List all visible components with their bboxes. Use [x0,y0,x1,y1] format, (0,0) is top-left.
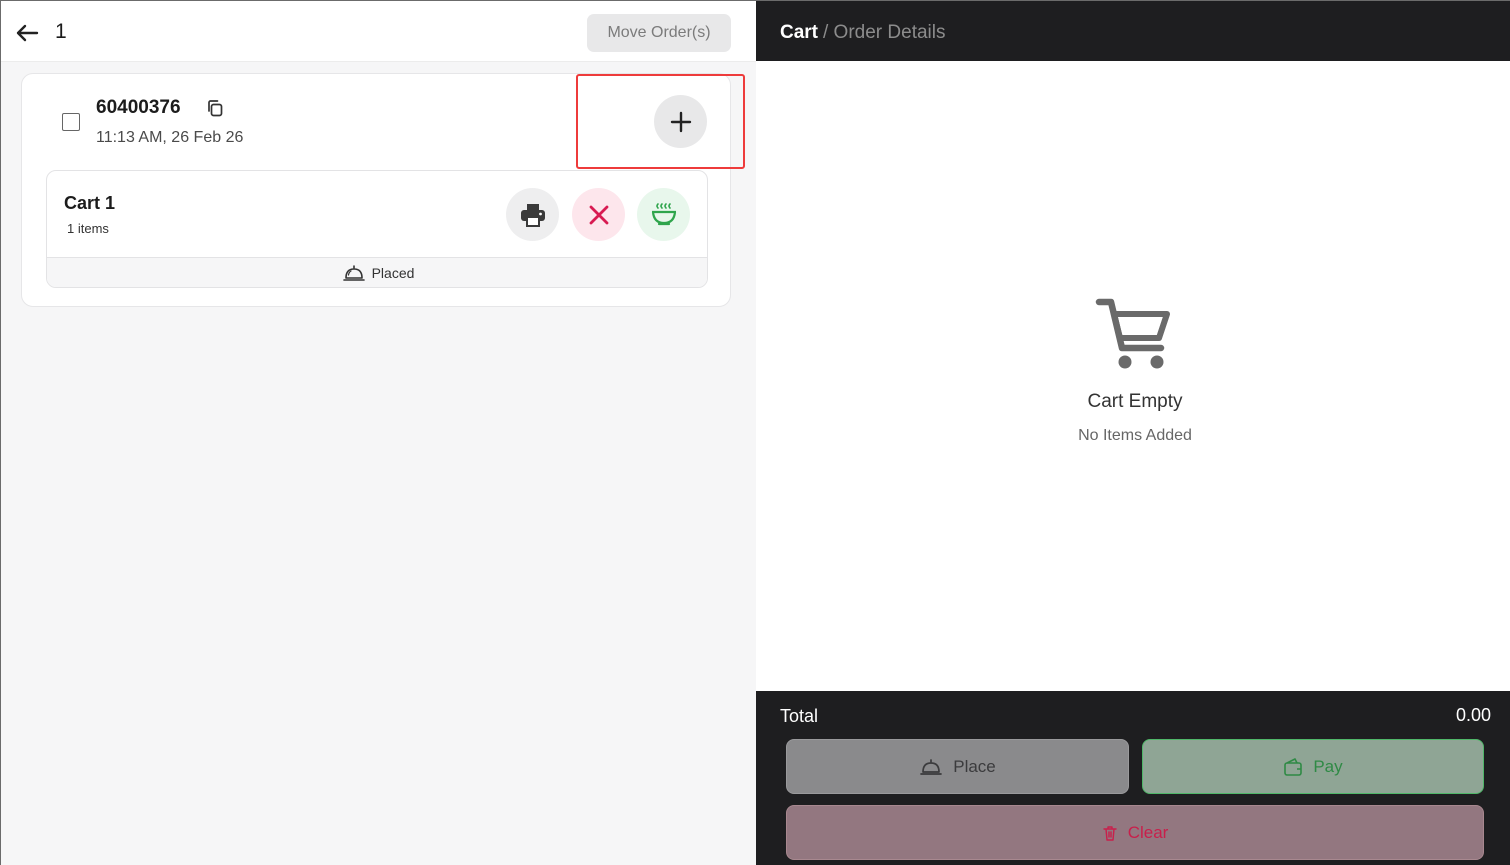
back-button[interactable] [13,19,41,47]
pay-button-label: Pay [1313,756,1343,776]
cart-status-label: Placed [371,265,415,281]
cart-row[interactable]: Cart 1 1 items Placed [46,170,708,288]
cart-header: Cart / Order Details [756,1,1510,61]
orders-header: 1 Move Order(s) [1,1,756,62]
page-title: 1 [55,20,67,43]
cart-status-bar: Placed [47,257,707,287]
cart-name: Cart 1 [64,193,116,213]
total-value: 0.00 [1455,705,1491,725]
empty-cart-title: Cart Empty [1087,391,1183,412]
order-id: 60400376 [96,97,181,118]
back-arrow-icon [16,24,39,42]
total-label: Total [780,706,819,726]
add-cart-button[interactable] [654,95,707,148]
print-button[interactable] [506,188,559,241]
orders-pane: 1 Move Order(s) 60400376 11:13 AM, 26 Fe… [1,1,756,865]
printer-icon [520,203,545,227]
empty-cart-subtitle: No Items Added [1078,427,1192,444]
empty-cart-state: Cart Empty No Items Added [1035,296,1235,445]
trash-icon [1102,825,1117,841]
cart-icon [1095,298,1170,369]
order-card: 60400376 11:13 AM, 26 Feb 26 Cart 1 1 it… [21,73,745,307]
cart-pane: Cart / Order Details Cart Empty No Items… [756,1,1510,865]
service-bell-icon [920,758,943,775]
plus-icon [670,111,691,132]
clear-button[interactable]: Clear [786,805,1484,860]
cart-item-count: 1 items [67,221,109,236]
wallet-icon [1284,757,1303,776]
serve-bowl-icon [651,202,676,225]
place-button[interactable]: Place [786,739,1129,794]
pay-button[interactable]: Pay [1142,739,1484,794]
order-time: 11:13 AM, 26 Feb 26 [96,129,244,146]
breadcrumb-order-details: / Order Details [823,22,946,43]
place-button-label: Place [953,756,996,776]
copy-icon[interactable] [205,98,225,118]
clear-button-label: Clear [1127,822,1169,842]
move-orders-button[interactable]: Move Order(s) [587,14,731,52]
close-icon [589,205,608,224]
breadcrumb-cart[interactable]: Cart [780,22,818,44]
cancel-cart-button[interactable] [572,188,625,241]
serve-button[interactable] [637,188,690,241]
order-select-checkbox[interactable] [62,113,80,131]
service-bell-icon [342,265,365,281]
cart-footer: Total 0.00 Place Pay Clear [756,691,1510,865]
